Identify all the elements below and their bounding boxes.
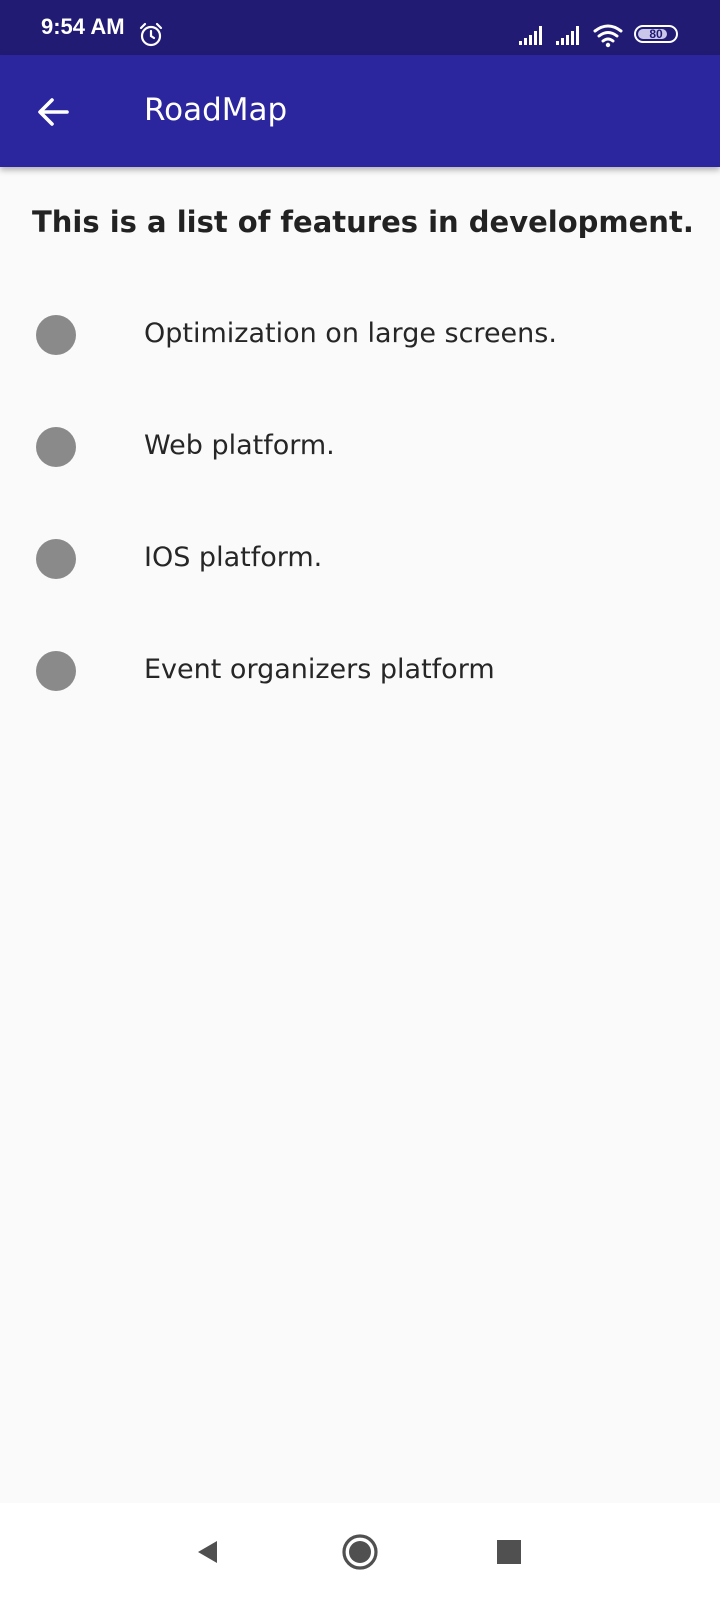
list-item: Web platform. — [0, 391, 720, 503]
feature-list: Optimization on large screens. Web platf… — [0, 279, 720, 727]
nav-home-button[interactable] — [333, 1525, 387, 1579]
wifi-icon — [593, 24, 623, 48]
status-time: 9:54 AM — [41, 14, 125, 39]
page-title: RoadMap — [144, 92, 288, 128]
list-item: Optimization on large screens. — [0, 279, 720, 391]
back-button[interactable] — [24, 83, 82, 141]
battery-icon: 80 — [634, 25, 678, 43]
arrow-left-icon — [38, 98, 69, 126]
signal-icon-2 — [556, 26, 579, 45]
bullet-dot-icon — [36, 539, 76, 579]
feature-label: Optimization on large screens. — [144, 318, 557, 349]
nav-recents-button[interactable] — [482, 1525, 536, 1579]
bullet-dot-icon — [36, 427, 76, 467]
back-triangle-icon — [198, 1541, 217, 1563]
feature-label: IOS platform. — [144, 542, 323, 573]
app-bar: RoadMap — [0, 55, 720, 167]
bullet-dot-icon — [36, 315, 76, 355]
status-bar: 9:54 AM 80 — [0, 0, 720, 55]
list-item: Event organizers platform — [0, 615, 720, 727]
battery-level: 80 — [649, 27, 663, 41]
feature-label: Web platform. — [144, 430, 335, 461]
alarm-icon — [139, 22, 163, 47]
recents-square-icon — [497, 1540, 521, 1564]
bullet-dot-icon — [36, 651, 76, 691]
home-circle-icon — [342, 1534, 378, 1570]
nav-back-button[interactable] — [181, 1525, 235, 1579]
system-nav-bar — [0, 1503, 720, 1600]
intro-text: This is a list of features in developmen… — [32, 205, 694, 239]
signal-icon-1 — [519, 26, 542, 45]
feature-label: Event organizers platform — [144, 654, 495, 685]
list-item: IOS platform. — [0, 503, 720, 615]
